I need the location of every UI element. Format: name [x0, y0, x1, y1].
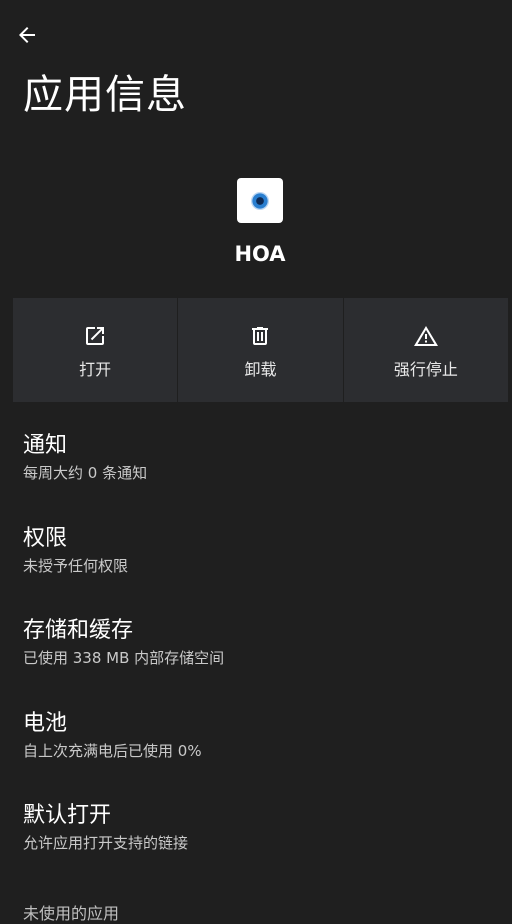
setting-permissions[interactable]: 权限 未授予任何权限: [23, 523, 493, 616]
back-button[interactable]: [10, 18, 44, 52]
warning-icon: [413, 324, 439, 348]
app-name: HOA: [234, 242, 286, 266]
action-bar: 打开 卸载 强行停止: [13, 298, 508, 402]
app-logo-ring: [251, 191, 269, 210]
setting-subtitle: 自上次充满电后已使用 0%: [23, 741, 202, 760]
uninstall-button[interactable]: 卸载: [177, 298, 343, 402]
force-stop-button[interactable]: 强行停止: [342, 298, 508, 402]
open-button-label: 打开: [79, 360, 112, 379]
arrow-back-icon: [19, 27, 35, 43]
setting-title: 权限: [23, 525, 68, 551]
setting-subtitle: 允许应用打开支持的链接: [23, 834, 189, 852]
setting-title: 电池: [23, 710, 68, 736]
setting-subtitle: 每周大约 0 条通知: [23, 464, 148, 482]
page-title: 应用信息: [23, 72, 187, 118]
trash-icon: [248, 324, 272, 348]
app-icon: [237, 178, 283, 223]
setting-subtitle: 未授予任何权限: [23, 556, 129, 575]
setting-title: 存储和缓存: [23, 618, 134, 643]
setting-title: 默认打开: [23, 803, 112, 828]
open-button[interactable]: 打开: [13, 298, 178, 402]
setting-storage[interactable]: 存储和缓存 已使用 338 MB 内部存储空间: [23, 615, 493, 708]
open-external-icon: [83, 324, 107, 348]
uninstall-button-label: 卸载: [244, 360, 277, 379]
setting-open-by-default[interactable]: 默认打开 允许应用打开支持的链接: [23, 800, 493, 893]
setting-title: 通知: [23, 433, 68, 458]
settings-list: 通知 每周大约 0 条通知 权限 未授予任何权限 存储和缓存 已使用 338 M…: [23, 430, 493, 893]
setting-subtitle: 已使用 338 MB 内部存储空间: [23, 649, 225, 667]
force-stop-button-label: 强行停止: [393, 360, 458, 379]
setting-battery[interactable]: 电池 自上次充满电后已使用 0%: [23, 708, 493, 801]
setting-unused-apps[interactable]: 未使用的应用: [23, 900, 119, 924]
setting-notifications[interactable]: 通知 每周大约 0 条通知: [23, 430, 493, 523]
